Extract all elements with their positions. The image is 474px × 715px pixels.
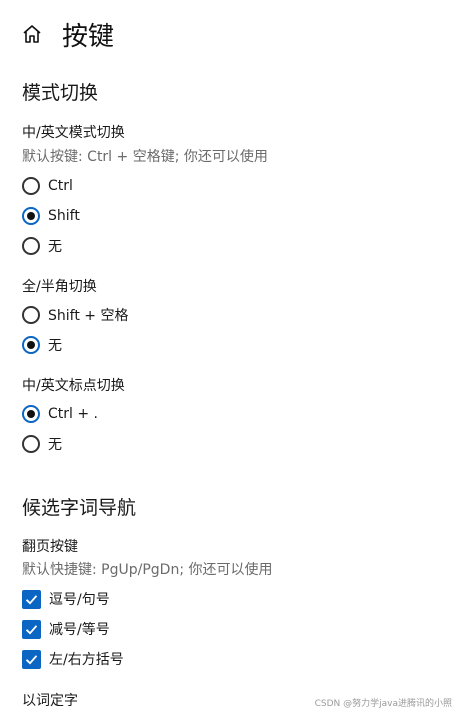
hint-paging: 默认快捷键: PgUp/PgDn; 你还可以使用 bbox=[22, 562, 273, 578]
group-title-full-half: 全/半角切换 bbox=[22, 279, 97, 295]
radio-checked-icon[interactable] bbox=[22, 207, 40, 225]
radio-checked-icon[interactable] bbox=[22, 336, 40, 354]
checkbox-label: 减号/等号 bbox=[49, 622, 110, 638]
section-title-candidate-nav: 候选字词导航 bbox=[22, 497, 137, 519]
checkbox-option-minus-equal[interactable]: 减号/等号 bbox=[22, 618, 110, 640]
radio-unchecked-icon[interactable] bbox=[22, 177, 40, 195]
group-title-cn-en-mode: 中/英文模式切换 bbox=[22, 125, 125, 141]
radio-label: Shift bbox=[48, 208, 80, 224]
radio-option-ctrl[interactable]: Ctrl bbox=[22, 175, 73, 197]
radio-label: Ctrl + . bbox=[48, 406, 98, 422]
radio-checked-icon[interactable] bbox=[22, 405, 40, 423]
checkbox-option-comma-period[interactable]: 逗号/句号 bbox=[22, 588, 110, 610]
radio-option-shift-space[interactable]: Shift + 空格 bbox=[22, 304, 128, 326]
radio-unchecked-icon[interactable] bbox=[22, 435, 40, 453]
radio-label: 无 bbox=[48, 338, 62, 354]
page-header: 按键 bbox=[22, 14, 114, 54]
radio-option-shift[interactable]: Shift bbox=[22, 205, 80, 227]
radio-option-none[interactable]: 无 bbox=[22, 235, 62, 257]
group-title-punctuation: 中/英文标点切换 bbox=[22, 378, 125, 394]
radio-label: Shift + 空格 bbox=[48, 308, 129, 324]
radio-label: 无 bbox=[48, 239, 62, 255]
watermark-text: CSDN @努力学java进腾讯的小照 bbox=[314, 699, 452, 709]
group-title-select-by-word: 以词定字 bbox=[22, 693, 78, 709]
radio-option-none[interactable]: 无 bbox=[22, 334, 62, 356]
radio-label: Ctrl bbox=[48, 178, 73, 194]
radio-option-none[interactable]: 无 bbox=[22, 433, 62, 455]
group-title-paging: 翻页按键 bbox=[22, 539, 78, 555]
checkbox-label: 逗号/句号 bbox=[49, 592, 110, 608]
checkbox-checked-icon[interactable] bbox=[22, 619, 41, 639]
radio-label: 无 bbox=[48, 437, 62, 453]
radio-option-ctrl-period[interactable]: Ctrl + . bbox=[22, 403, 98, 425]
home-icon[interactable] bbox=[22, 24, 42, 44]
checkbox-option-brackets[interactable]: 左/右方括号 bbox=[22, 648, 124, 670]
checkbox-label: 左/右方括号 bbox=[49, 652, 124, 668]
radio-unchecked-icon[interactable] bbox=[22, 306, 40, 324]
radio-unchecked-icon[interactable] bbox=[22, 237, 40, 255]
checkbox-checked-icon[interactable] bbox=[22, 589, 41, 609]
checkbox-checked-icon[interactable] bbox=[22, 649, 41, 669]
section-title-mode-switch: 模式切换 bbox=[22, 82, 99, 104]
page-title: 按键 bbox=[62, 21, 115, 52]
hint-cn-en-mode: 默认按键: Ctrl + 空格键; 你还可以使用 bbox=[22, 149, 268, 165]
